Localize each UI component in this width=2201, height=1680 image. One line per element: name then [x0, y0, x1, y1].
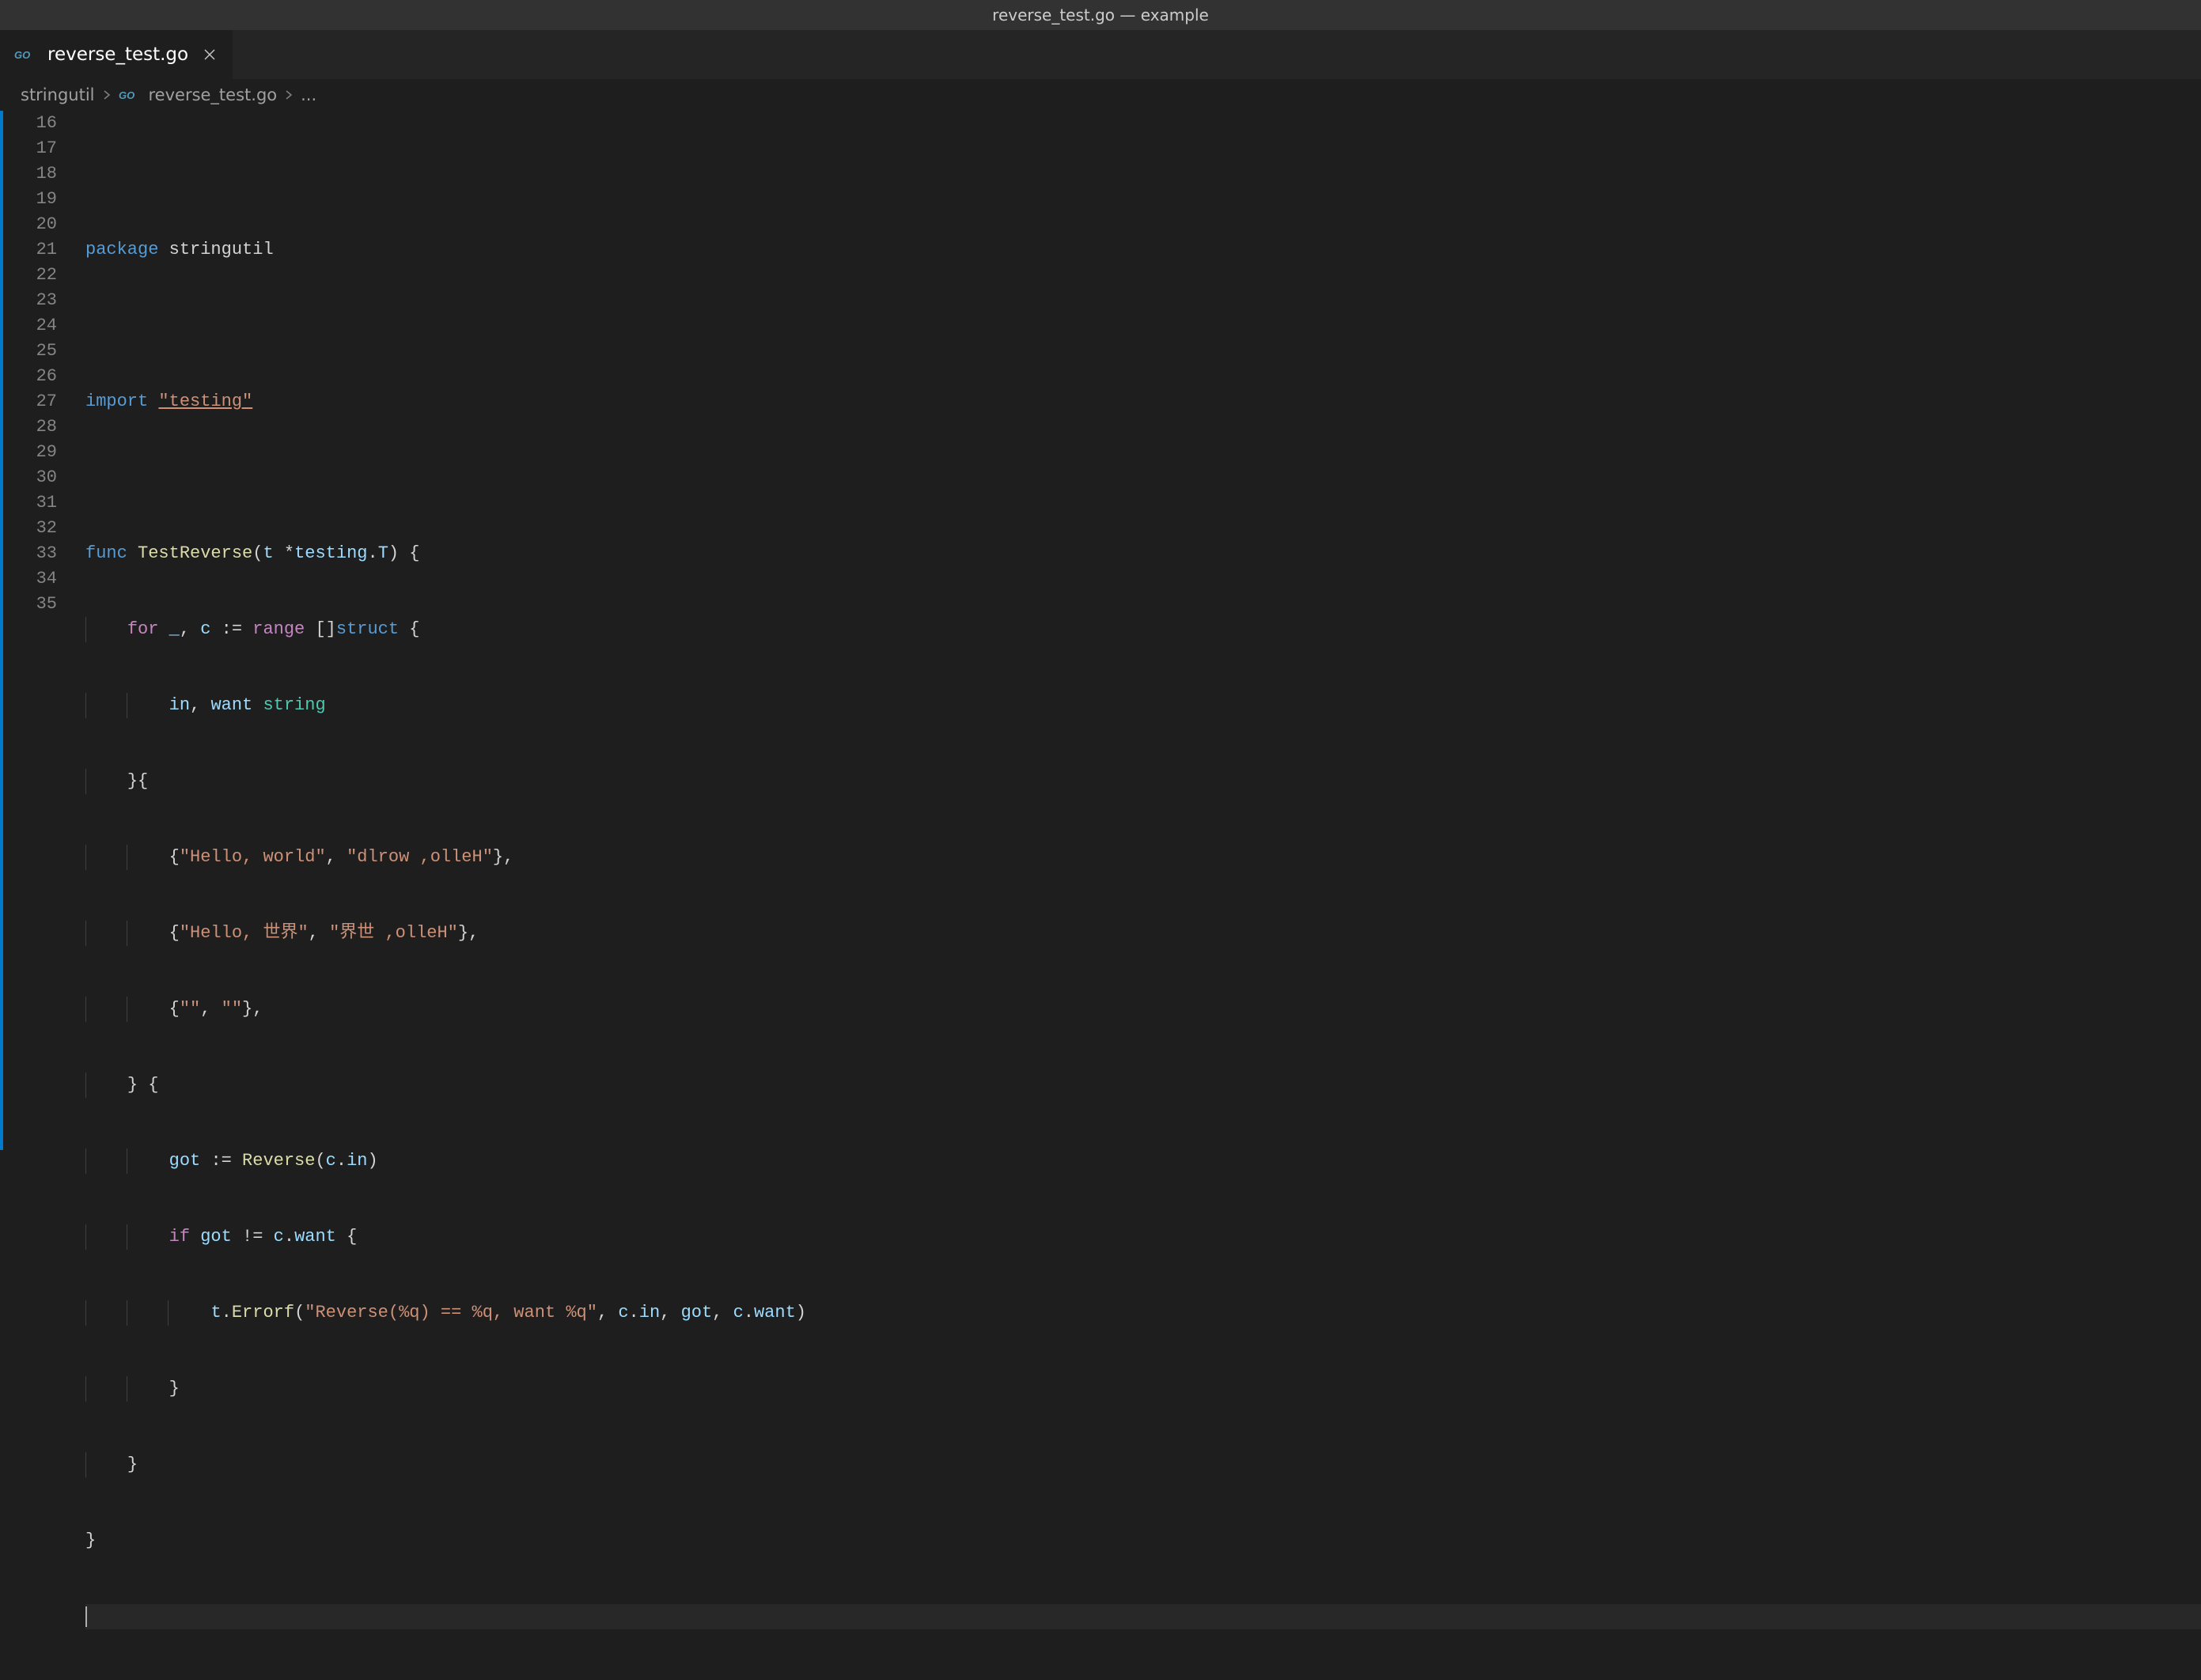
- tab-active[interactable]: GO reverse_test.go: [0, 30, 233, 79]
- code-line: import "testing": [85, 389, 2201, 414]
- svg-text:GO: GO: [119, 89, 134, 101]
- line-number: 19: [0, 187, 57, 212]
- code-line: got := Reverse(c.in): [85, 1148, 2201, 1174]
- code-line: {"Hello, 世界", "界世 ,olleH"},: [85, 921, 2201, 946]
- breadcrumb-file[interactable]: GO reverse_test.go: [119, 85, 278, 104]
- line-number: 26: [0, 364, 57, 389]
- line-number: 22: [0, 263, 57, 288]
- code-line: func TestReverse(t *testing.T) {: [85, 541, 2201, 566]
- chevron-right-icon: [101, 89, 112, 100]
- code-line: [85, 161, 2201, 187]
- line-number: 34: [0, 566, 57, 592]
- cursor-icon: [85, 1606, 87, 1627]
- go-file-icon: GO: [14, 48, 38, 61]
- code-line: [85, 313, 2201, 339]
- line-number: 23: [0, 288, 57, 313]
- go-file-icon: GO: [119, 89, 142, 101]
- line-number: 29: [0, 440, 57, 465]
- tab-filename: reverse_test.go: [47, 44, 188, 65]
- line-number: 18: [0, 161, 57, 187]
- line-number: 30: [0, 465, 57, 490]
- code-line: if got != c.want {: [85, 1224, 2201, 1250]
- editor-accent: [0, 111, 3, 1150]
- line-number-gutter: 16 17 18 19 20 21 22 23 24 25 26 27 28 2…: [0, 111, 85, 1150]
- line-number: 24: [0, 313, 57, 339]
- chevron-right-icon: [283, 89, 294, 100]
- breadcrumb-root[interactable]: stringutil: [21, 85, 95, 104]
- line-number: 17: [0, 136, 57, 161]
- code-line-current: [85, 1604, 2201, 1629]
- editor[interactable]: 16 17 18 19 20 21 22 23 24 25 26 27 28 2…: [0, 111, 2201, 1150]
- code-line: {"", ""},: [85, 997, 2201, 1022]
- line-number: 21: [0, 237, 57, 263]
- line-number: 20: [0, 212, 57, 237]
- line-number: 33: [0, 541, 57, 566]
- svg-text:GO: GO: [14, 49, 30, 61]
- line-number: 16: [0, 111, 57, 136]
- tabs-bar: GO reverse_test.go: [0, 30, 2201, 79]
- line-number: 28: [0, 414, 57, 440]
- breadcrumb-symbol[interactable]: ...: [301, 85, 316, 104]
- line-number: 32: [0, 516, 57, 541]
- code-line: for _, c := range []struct {: [85, 617, 2201, 642]
- line-number: 31: [0, 490, 57, 516]
- line-number: 35: [0, 592, 57, 617]
- code-line: {"Hello, world", "dlrow ,olleH"},: [85, 845, 2201, 870]
- code-line: }: [85, 1528, 2201, 1553]
- breadcrumb: stringutil GO reverse_test.go ...: [0, 79, 2201, 111]
- code-line: }: [85, 1452, 2201, 1478]
- code-line: [85, 465, 2201, 490]
- code-line: in, want string: [85, 693, 2201, 718]
- code-line: }{: [85, 769, 2201, 794]
- code-line: } {: [85, 1073, 2201, 1098]
- window-title: reverse_test.go — example: [992, 6, 1209, 25]
- code-line: }: [85, 1376, 2201, 1402]
- line-number: 25: [0, 339, 57, 364]
- code-line: t.Errorf("Reverse(%q) == %q, want %q", c…: [85, 1300, 2201, 1326]
- code-content[interactable]: package stringutil import "testing" func…: [85, 111, 2201, 1150]
- title-bar: reverse_test.go — example: [0, 0, 2201, 30]
- close-icon[interactable]: [201, 46, 218, 63]
- code-line: package stringutil: [85, 237, 2201, 263]
- line-number: 27: [0, 389, 57, 414]
